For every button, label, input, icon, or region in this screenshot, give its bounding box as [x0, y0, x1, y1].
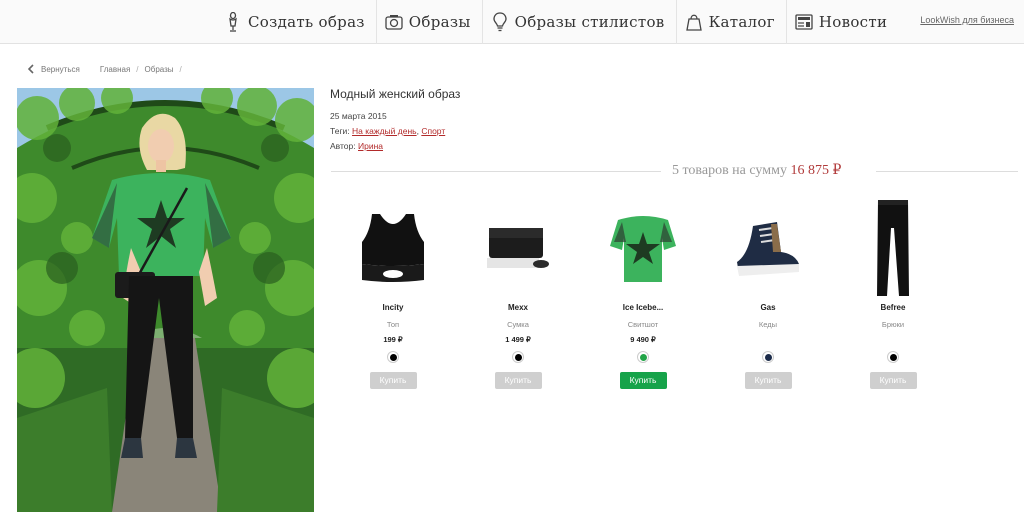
product-card: Ice Icebe... Свитшот 9 490 ₽ Купить — [578, 196, 708, 389]
outfit-author: Автор: Ирина — [330, 141, 383, 151]
buy-button[interactable]: Купить — [369, 372, 417, 389]
product-type: Топ — [386, 320, 400, 329]
breadcrumb-home[interactable]: Главная — [100, 65, 130, 74]
color-swatch[interactable] — [512, 351, 524, 363]
product-price — [828, 335, 958, 345]
product-image[interactable] — [328, 196, 458, 300]
divider-left — [331, 171, 661, 172]
buy-button[interactable]: Купить — [619, 372, 667, 389]
color-swatch[interactable] — [637, 351, 649, 363]
product-image[interactable] — [578, 196, 708, 300]
product-type: Сумка — [507, 320, 529, 329]
sports-top-icon — [362, 214, 424, 282]
outfit-title: Модный женский образ — [330, 87, 461, 101]
product-type: Свитшот — [627, 320, 659, 329]
outfits-icon — [385, 12, 403, 32]
top-navigation: Создать образ Образы Образы стилистов Ка… — [0, 0, 1024, 44]
product-price: 199 ₽ — [383, 335, 403, 344]
nav-label: Создать образ — [248, 13, 365, 31]
product-card: Befree Брюки Купить — [828, 196, 958, 389]
tag-link[interactable]: Спорт — [421, 126, 445, 136]
product-brand[interactable]: Gas — [703, 303, 833, 315]
product-image[interactable] — [453, 196, 583, 300]
outfit-date: 25 марта 2015 — [330, 111, 387, 121]
outfit-tags: Теги: На каждый день, Спорт — [330, 126, 445, 136]
news-icon — [795, 12, 813, 32]
buy-button[interactable]: Купить — [744, 372, 792, 389]
sweatshirt-icon — [610, 216, 676, 282]
bag-icon — [487, 228, 549, 268]
buy-button[interactable]: Купить — [869, 372, 917, 389]
nav-label: Каталог — [708, 13, 775, 31]
color-swatch[interactable] — [887, 351, 899, 363]
outfit-photo — [17, 88, 314, 512]
nav-label: Новости — [818, 13, 888, 31]
back-link[interactable]: Вернуться — [28, 64, 80, 74]
product-type: Кеды — [758, 320, 778, 329]
author-label: Автор: — [330, 141, 356, 151]
product-image[interactable] — [828, 196, 958, 300]
product-brand[interactable]: Mexx — [453, 303, 583, 315]
buy-button[interactable]: Купить — [494, 372, 542, 389]
nav-label: Образы — [408, 13, 471, 31]
product-price: 9 490 ₽ — [630, 335, 656, 344]
nav-menu: Создать образ Образы Образы стилистов Ка… — [216, 0, 898, 44]
product-card: Gas Кеды Купить — [703, 196, 833, 389]
author-link[interactable]: Ирина — [358, 141, 383, 151]
product-price — [703, 335, 833, 345]
product-brand[interactable]: Ice Icebe... — [578, 303, 708, 315]
product-price: 1 499 ₽ — [505, 335, 531, 344]
tag-separator: , — [416, 126, 419, 136]
breadcrumb-outfits[interactable]: Образы — [145, 65, 174, 74]
breadcrumb: Вернуться Главная / Образы / — [28, 62, 188, 76]
tags-label: Теги: — [330, 126, 350, 136]
product-brand[interactable]: Befree — [828, 303, 958, 315]
lightbulb-icon — [491, 12, 509, 32]
nav-catalog[interactable]: Каталог — [677, 0, 787, 44]
product-type: Брюки — [881, 320, 905, 329]
nav-outfits[interactable]: Образы — [377, 0, 483, 44]
mannequin-icon — [224, 12, 242, 32]
items-summary: 5 товаров на сумму 16 875 ₽ — [668, 162, 846, 179]
tag-link[interactable]: На каждый день — [352, 126, 417, 136]
chevron-left-icon — [28, 64, 34, 74]
color-swatch[interactable] — [387, 351, 399, 363]
product-brand[interactable]: Incity — [328, 303, 458, 315]
nav-stylist-outfits[interactable]: Образы стилистов — [483, 0, 677, 44]
breadcrumb-separator: / — [136, 64, 139, 74]
nav-create-outfit[interactable]: Создать образ — [216, 0, 377, 44]
nav-news[interactable]: Новости — [787, 0, 898, 44]
breadcrumb-separator: / — [179, 64, 182, 74]
sneaker-icon — [737, 222, 799, 276]
summary-text: 5 товаров на сумму — [672, 163, 787, 178]
product-card: Incity Топ 199 ₽ Купить — [328, 196, 458, 389]
color-swatch[interactable] — [762, 351, 774, 363]
divider-right — [876, 171, 1018, 172]
summary-total: 16 875 ₽ — [790, 163, 842, 178]
shopping-bag-icon — [685, 12, 703, 32]
leggings-icon — [877, 200, 909, 296]
product-card: Mexx Сумка 1 499 ₽ Купить — [453, 196, 583, 389]
back-label: Вернуться — [41, 64, 80, 74]
business-link[interactable]: LookWish для бизнеса — [920, 15, 1014, 25]
nav-label: Образы стилистов — [514, 13, 665, 31]
product-image[interactable] — [703, 196, 833, 300]
